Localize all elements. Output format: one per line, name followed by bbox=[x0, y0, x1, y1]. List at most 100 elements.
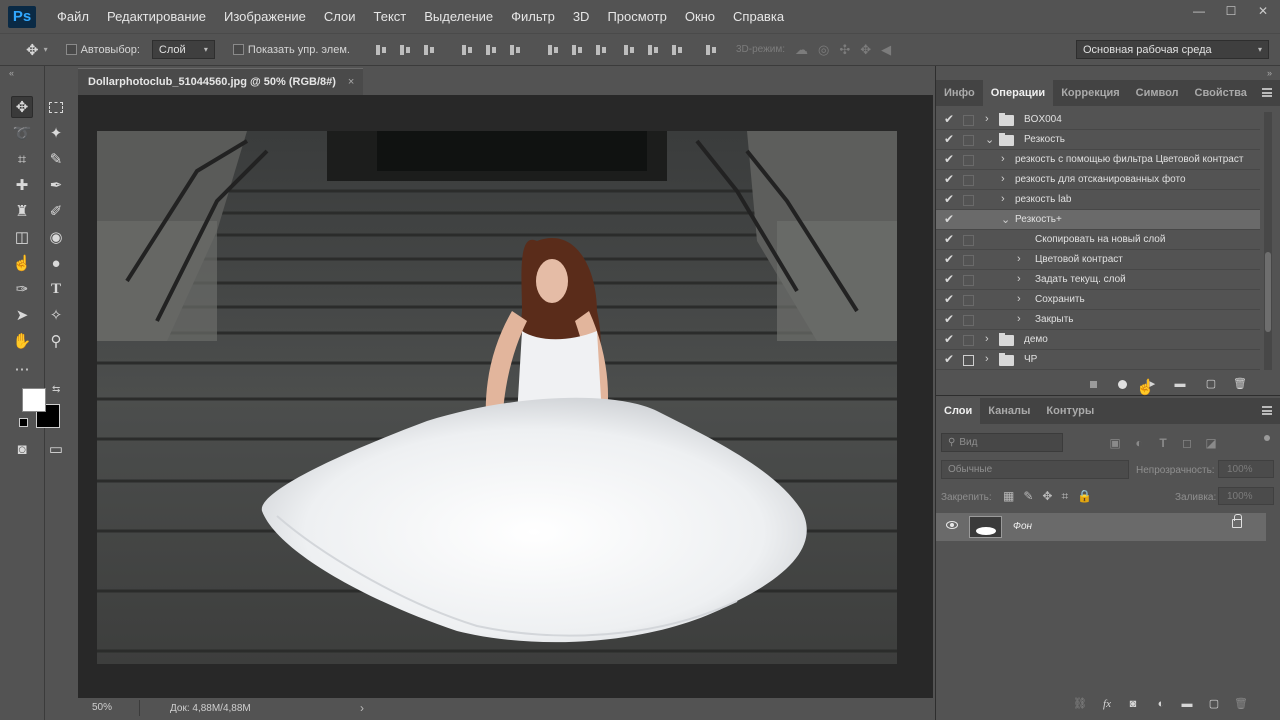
filter-smart-object-icon[interactable]: ◪ bbox=[1204, 436, 1218, 450]
crop-tool[interactable]: ⌗ bbox=[11, 148, 33, 170]
toggle-item-check-icon[interactable]: ✔ bbox=[944, 152, 954, 166]
action-row[interactable]: ✔ › Задать текущ. слой bbox=[936, 270, 1260, 290]
menu-item-7[interactable]: 3D bbox=[564, 9, 599, 24]
distribute-bottom-icon[interactable] bbox=[594, 43, 608, 57]
new-adjustment-layer-icon[interactable]: ◐ bbox=[1154, 697, 1168, 711]
chevron-right-icon[interactable]: › bbox=[985, 113, 989, 125]
smudge-tool[interactable]: ☝ bbox=[11, 252, 33, 274]
action-row[interactable]: ✔ › Цветовой контраст bbox=[936, 250, 1260, 270]
distribute-left-icon[interactable] bbox=[622, 43, 636, 57]
new-set-folder-icon[interactable]: ▬ bbox=[1173, 377, 1187, 391]
filter-adjustment-icon[interactable]: ◐ bbox=[1132, 436, 1146, 450]
opacity-field[interactable]: 100% bbox=[1218, 460, 1274, 478]
toggle-item-check-icon[interactable]: ✔ bbox=[944, 292, 954, 306]
eyedropper-tool[interactable]: ✎ bbox=[45, 148, 67, 170]
close-document-icon[interactable]: × bbox=[348, 76, 354, 88]
align-left-icon[interactable] bbox=[460, 43, 474, 57]
path-selection-tool[interactable]: ➤ bbox=[11, 304, 33, 326]
menu-item-0[interactable]: Файл bbox=[48, 9, 98, 24]
toggle-item-check-icon[interactable]: ✔ bbox=[944, 312, 954, 326]
action-row[interactable]: ✔ ⌄ Резкость bbox=[936, 130, 1260, 150]
menu-item-9[interactable]: Окно bbox=[676, 9, 724, 24]
toggle-dialog-icon[interactable] bbox=[963, 355, 974, 366]
distribute-vcenter-icon[interactable] bbox=[570, 43, 584, 57]
layer-filter-search[interactable]: ⚲ Вид bbox=[941, 433, 1063, 452]
layer-row-background[interactable]: Фон bbox=[936, 513, 1266, 541]
action-row[interactable]: ✔ › демо bbox=[936, 330, 1260, 350]
menu-item-4[interactable]: Текст bbox=[365, 9, 416, 24]
layer-style-fx-icon[interactable]: fx bbox=[1100, 697, 1114, 711]
zoom-tool[interactable]: ⚲ bbox=[45, 330, 67, 352]
zoom-level[interactable]: 50% bbox=[78, 700, 140, 716]
actions-panel-menu-icon[interactable] bbox=[1262, 88, 1272, 97]
chevron-right-icon[interactable]: › bbox=[985, 353, 989, 365]
chevron-right-icon[interactable]: › bbox=[1017, 253, 1021, 265]
menu-item-2[interactable]: Изображение bbox=[215, 9, 315, 24]
chevron-right-icon[interactable]: › bbox=[1001, 193, 1005, 205]
action-row[interactable]: ✔ ⌄ Резкость+ bbox=[936, 210, 1260, 230]
pen-tool[interactable]: ✑ bbox=[11, 278, 33, 300]
new-layer-icon[interactable]: ▢ bbox=[1207, 697, 1221, 711]
quick-mask-icon[interactable]: ◙ bbox=[11, 438, 33, 460]
lasso-tool[interactable]: ➰ bbox=[11, 122, 33, 144]
action-row[interactable]: ✔ › ЧР bbox=[936, 350, 1260, 370]
toggle-item-check-icon[interactable]: ✔ bbox=[944, 192, 954, 206]
toggle-item-check-icon[interactable]: ✔ bbox=[944, 112, 954, 126]
actions-scrollbar[interactable] bbox=[1264, 112, 1272, 370]
show-controls-checkbox[interactable] bbox=[232, 44, 244, 55]
move-tool-icon[interactable]: ✥ bbox=[26, 41, 39, 59]
actions-panel-tab-4[interactable]: Свойства bbox=[1187, 80, 1255, 106]
layers-panel-tab-0[interactable]: Слои bbox=[936, 398, 981, 424]
fill-field[interactable]: 100% bbox=[1218, 487, 1274, 505]
toggle-item-check-icon[interactable]: ✔ bbox=[944, 272, 954, 286]
chevron-right-icon[interactable]: › bbox=[1001, 173, 1005, 185]
status-menu-arrow-icon[interactable]: › bbox=[360, 701, 364, 715]
align-vcenter-icon[interactable] bbox=[398, 43, 412, 57]
autoselect-dropdown[interactable]: Слой ▾ bbox=[151, 40, 215, 59]
align-hcenter-icon[interactable] bbox=[484, 43, 498, 57]
3d-scale-icon[interactable]: ◀ bbox=[881, 42, 891, 58]
menu-item-3[interactable]: Слои bbox=[315, 9, 365, 24]
stop-icon[interactable] bbox=[1086, 377, 1100, 391]
auto-align-icon[interactable] bbox=[704, 43, 718, 57]
toggle-item-check-icon[interactable]: ✔ bbox=[944, 172, 954, 186]
chevron-down-icon[interactable]: ⌄ bbox=[985, 133, 994, 146]
paint-bucket-tool[interactable]: ◉ bbox=[45, 226, 67, 248]
visibility-eye-icon[interactable] bbox=[946, 521, 958, 529]
toggle-dialog-icon[interactable] bbox=[963, 295, 974, 306]
delete-icon[interactable]: 🗑 bbox=[1233, 377, 1247, 391]
lock-position-icon[interactable]: ✥ bbox=[1042, 489, 1052, 504]
toggle-dialog-icon[interactable] bbox=[963, 235, 974, 246]
align-right-icon[interactable] bbox=[508, 43, 522, 57]
toggle-item-check-icon[interactable]: ✔ bbox=[944, 352, 954, 366]
scrollbar-thumb[interactable] bbox=[1265, 252, 1271, 332]
close-button[interactable]: ✕ bbox=[1254, 4, 1272, 18]
menu-item-6[interactable]: Фильтр bbox=[502, 9, 564, 24]
history-brush-tool[interactable]: ✐ bbox=[45, 200, 67, 222]
eraser-tool[interactable]: ◫ bbox=[11, 226, 33, 248]
filter-shape-icon[interactable]: ◻ bbox=[1180, 436, 1194, 450]
delete-layer-icon[interactable]: 🗑 bbox=[1234, 697, 1248, 711]
lock-all-icon[interactable]: 🔒 bbox=[1077, 489, 1092, 504]
chevron-right-icon[interactable]: › bbox=[1017, 313, 1021, 325]
layers-panel-menu-icon[interactable] bbox=[1262, 406, 1272, 415]
dodge-tool[interactable]: ● bbox=[45, 252, 67, 274]
foreground-color-swatch[interactable] bbox=[22, 388, 46, 412]
record-icon[interactable] bbox=[1115, 377, 1129, 391]
custom-shape-tool[interactable]: ✧ bbox=[45, 304, 67, 326]
distribute-right-icon[interactable] bbox=[670, 43, 684, 57]
3d-orbit-icon[interactable]: ☁ bbox=[795, 42, 808, 58]
healing-brush-tool[interactable]: ✚ bbox=[11, 174, 33, 196]
autoselect-checkbox[interactable] bbox=[65, 44, 77, 55]
clone-stamp-tool[interactable]: ♜ bbox=[11, 200, 33, 222]
tool-preset-chevron-icon[interactable]: ▾ bbox=[44, 45, 48, 54]
action-row[interactable]: ✔ › резкость с помощью фильтра Цветовой ко… bbox=[936, 150, 1260, 170]
toggle-dialog-icon[interactable] bbox=[963, 155, 974, 166]
screen-mode-icon[interactable]: ▭ bbox=[45, 438, 67, 460]
action-row[interactable]: ✔ › Закрыть bbox=[936, 310, 1260, 330]
minimize-button[interactable]: — bbox=[1190, 4, 1208, 18]
action-row[interactable]: ✔ › резкость для отсканированных фото bbox=[936, 170, 1260, 190]
toggle-item-check-icon[interactable]: ✔ bbox=[944, 332, 954, 346]
hand-tool[interactable]: ✋ bbox=[11, 330, 33, 352]
action-row[interactable]: ✔ › резкость lab bbox=[936, 190, 1260, 210]
